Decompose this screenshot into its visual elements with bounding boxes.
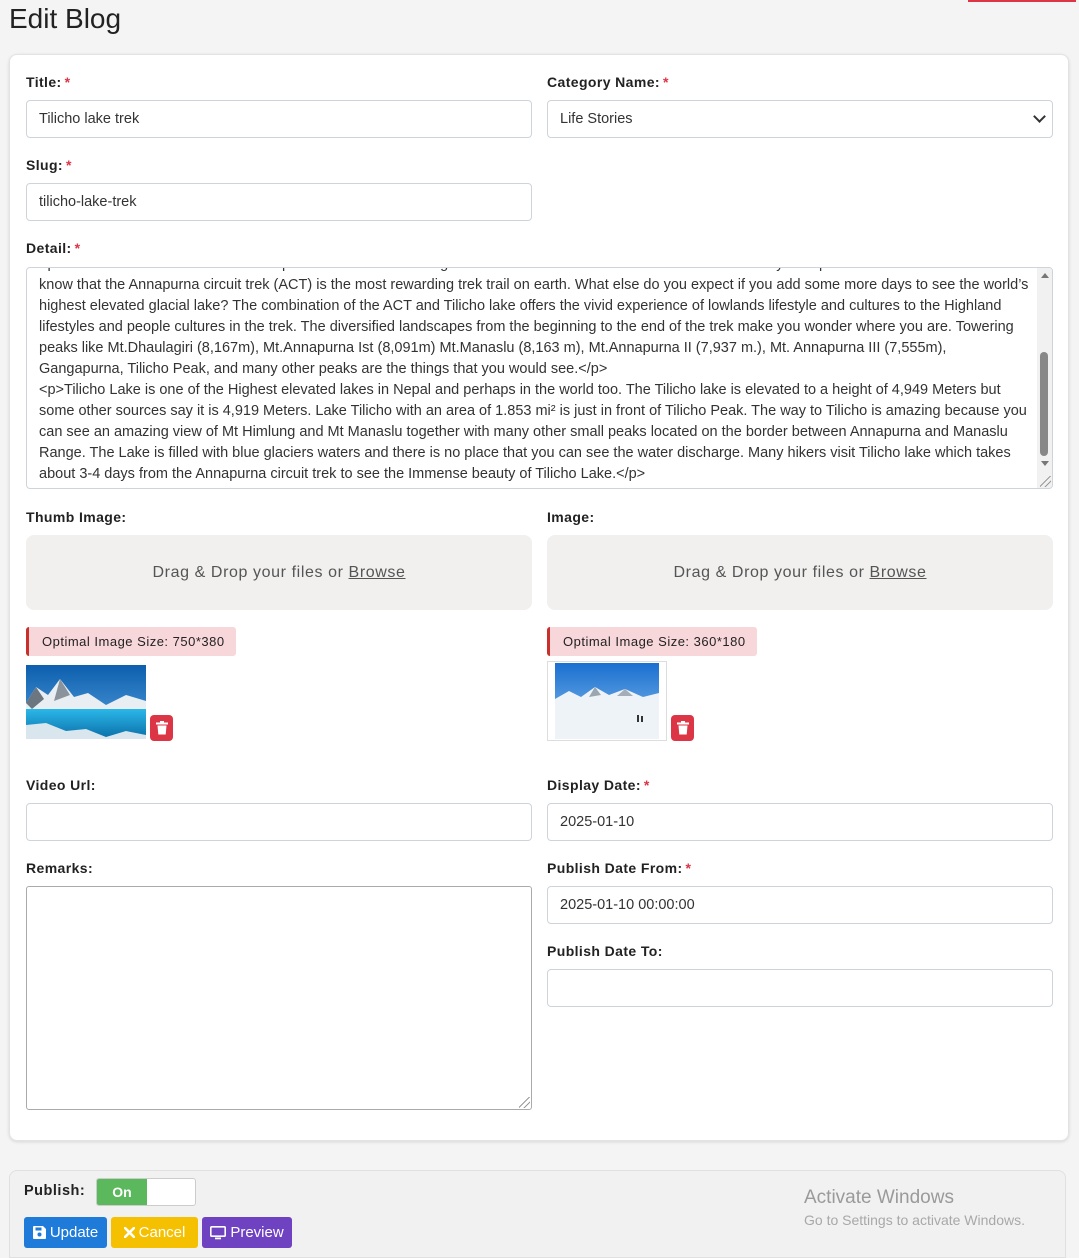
detail-textarea[interactable]: <p>What to see on tilicho lake trek?</p>… xyxy=(26,267,1053,489)
snow-photo xyxy=(555,663,659,739)
category-selected-value: Life Stories xyxy=(560,111,633,127)
close-icon xyxy=(123,1227,135,1238)
thumb-image-dropzone[interactable]: Drag & Drop your files or Browse xyxy=(26,535,532,610)
resize-grip-icon[interactable] xyxy=(519,1097,530,1108)
image-label: Image: xyxy=(547,509,595,525)
category-label: Category Name: * xyxy=(547,74,669,90)
page-title: Edit Blog xyxy=(9,3,122,34)
detail-label: Detail: * xyxy=(26,240,81,256)
trash-icon xyxy=(676,721,689,735)
image-preview xyxy=(547,661,667,741)
publish-from-input[interactable] xyxy=(547,886,1053,924)
scroll-up-arrow-icon[interactable] xyxy=(1041,273,1049,278)
required-marker: * xyxy=(74,240,81,256)
monitor-icon xyxy=(210,1225,227,1239)
remarks-textarea[interactable] xyxy=(26,886,532,1110)
publish-toggle[interactable]: On xyxy=(96,1178,196,1206)
title-input[interactable] xyxy=(26,100,532,138)
toggle-on-state: On xyxy=(97,1179,147,1205)
video-url-input[interactable] xyxy=(26,803,532,841)
required-marker: * xyxy=(662,74,669,90)
scroll-down-arrow-icon[interactable] xyxy=(1041,461,1049,466)
detail-text: <p>What to see on tilicho lake trek?</p>… xyxy=(39,268,1029,482)
image-size-note: Optimal Image Size: 360*180 xyxy=(547,627,757,656)
required-marker: * xyxy=(685,860,692,876)
preview-label: Preview xyxy=(230,1224,284,1241)
delete-thumb-button[interactable] xyxy=(150,715,173,741)
publish-label: Publish: xyxy=(24,1183,86,1199)
dropzone-text: Drag & Drop your files or xyxy=(152,563,344,581)
display-date-input[interactable] xyxy=(547,803,1053,841)
thumb-image-label: Thumb Image: xyxy=(26,509,127,525)
title-label: Title: * xyxy=(26,74,71,90)
activate-windows-subtitle: Go to Settings to activate Windows. xyxy=(804,1212,1025,1228)
activate-windows-title: Activate Windows xyxy=(804,1187,954,1208)
update-label: Update xyxy=(49,1224,99,1241)
publish-from-label: Publish Date From: * xyxy=(547,860,692,876)
preview-button[interactable]: Preview xyxy=(202,1217,292,1248)
top-accent-bar xyxy=(968,0,1076,2)
remarks-label: Remarks: xyxy=(26,860,94,876)
resize-grip-icon[interactable] xyxy=(1040,476,1051,487)
detail-scrollbar[interactable] xyxy=(1037,268,1052,488)
browse-link[interactable]: Browse xyxy=(870,564,927,582)
required-marker: * xyxy=(643,777,650,793)
slug-label: Slug: * xyxy=(26,157,72,173)
browse-link[interactable]: Browse xyxy=(349,564,406,582)
lake-photo xyxy=(26,665,146,739)
trash-icon xyxy=(155,721,168,735)
save-icon xyxy=(32,1226,46,1239)
cancel-label: Cancel xyxy=(138,1224,186,1241)
image-dropzone[interactable]: Drag & Drop your files or Browse xyxy=(547,535,1053,610)
thumb-size-note: Optimal Image Size: 750*380 xyxy=(26,627,236,656)
slug-input[interactable] xyxy=(26,183,532,221)
publish-to-label: Publish Date To: xyxy=(547,943,663,959)
display-date-label: Display Date: * xyxy=(547,777,650,793)
cancel-button[interactable]: Cancel xyxy=(111,1217,198,1248)
video-url-label: Video Url: xyxy=(26,777,96,793)
delete-image-button[interactable] xyxy=(671,715,694,741)
edit-blog-form: Title:* Category Name:* Life Stories Slu… xyxy=(9,54,1069,1141)
thumb-image-preview xyxy=(26,665,146,739)
publish-to-input[interactable] xyxy=(547,969,1053,1007)
category-select[interactable]: Life Stories xyxy=(547,100,1053,138)
scroll-thumb[interactable] xyxy=(1040,352,1048,456)
dropzone-text: Drag & Drop your files or xyxy=(673,563,865,581)
required-marker: * xyxy=(66,157,72,173)
update-button[interactable]: Update xyxy=(24,1217,107,1248)
required-marker: * xyxy=(64,74,71,90)
